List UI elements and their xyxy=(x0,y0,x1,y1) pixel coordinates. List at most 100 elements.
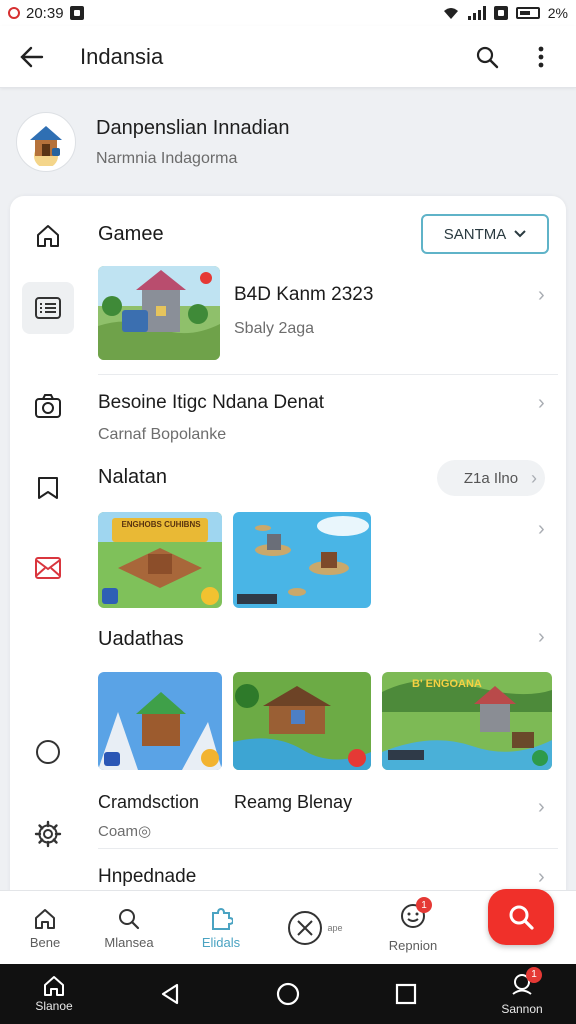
uadathas-thumb-3[interactable]: B' ENGOANA xyxy=(382,672,552,770)
info-subtitle: Carnaf Bopolanke xyxy=(98,426,227,443)
nav-label-puzzle: Elidals xyxy=(201,934,241,950)
section-title-nalatan: Nalatan xyxy=(98,466,167,488)
sys-home-button[interactable]: Slanoe xyxy=(24,964,84,1024)
nav-item-profile[interactable]: 1 Repnion xyxy=(368,891,458,965)
filter-select[interactable]: SANTMA xyxy=(421,214,549,254)
home-icon xyxy=(35,908,55,929)
recents-icon xyxy=(395,983,417,1005)
status-bar: 20:39 2% xyxy=(0,0,576,26)
notification-badge: 1 xyxy=(416,897,432,913)
nav-label-profile: Repnion xyxy=(388,938,438,953)
chevron-down-icon xyxy=(514,230,526,238)
divider xyxy=(98,848,558,849)
list-item-cramdsction[interactable]: Cramdsction Coam◎ Reamg Blenay › xyxy=(98,786,558,846)
reamg-title: Reamg Blenay xyxy=(234,792,353,812)
back-button[interactable] xyxy=(0,26,64,88)
page-title: Indansia xyxy=(80,43,164,69)
nalatan-thumb-1-caption: ENGHOBS CUHIBNS xyxy=(121,520,201,529)
game-thumbnail xyxy=(98,266,220,360)
rail-bookmark[interactable] xyxy=(22,462,74,514)
nav-item-compass[interactable]: ape xyxy=(270,891,360,965)
nalatan-pill-button[interactable]: Z1a Ilno › xyxy=(437,460,545,496)
avatar[interactable] xyxy=(16,112,76,172)
more-options-button[interactable] xyxy=(524,40,558,74)
uadathas-thumb-3-caption: B' ENGOANA xyxy=(412,678,482,690)
uadathas-thumb-2[interactable] xyxy=(233,672,371,770)
nav-compass-text: ape xyxy=(327,923,343,933)
system-nav-bar: Slanoe 1 Sannon xyxy=(0,964,576,1024)
home-icon xyxy=(37,225,59,247)
nav-label-search: Mlansea xyxy=(104,934,154,950)
rail-home[interactable] xyxy=(22,210,74,262)
hnpednade-title: Hnpednade xyxy=(98,866,197,887)
sys-notification-badge: 1 xyxy=(526,966,542,983)
list-item-game[interactable]: B4D Kanm 2323 Sbaly 2aga › xyxy=(98,266,558,366)
home-icon xyxy=(44,976,64,996)
search-icon xyxy=(476,46,499,68)
list-item-info[interactable]: Besoine Itigc Ndana Denat Carnaf Bopolan… xyxy=(98,386,558,450)
chevron-right-icon: › xyxy=(538,796,545,818)
rail-camera[interactable] xyxy=(22,380,74,432)
list-icon xyxy=(35,297,61,319)
sys-recents-button[interactable] xyxy=(386,964,426,1024)
section-title-games: Gamee xyxy=(98,223,164,245)
uadathas-thumb-1[interactable] xyxy=(98,672,222,770)
search-button[interactable] xyxy=(470,40,504,74)
search-icon xyxy=(119,908,140,929)
mail-icon xyxy=(35,557,61,579)
nav-item-home[interactable]: Bene xyxy=(0,891,90,965)
sys-account-label: Sannon xyxy=(501,1001,543,1016)
nav-label-home: Bene xyxy=(29,934,61,950)
side-rail xyxy=(10,196,86,916)
app-bar: Indansia xyxy=(0,26,576,88)
chevron-right-icon: › xyxy=(538,626,545,648)
rail-circle[interactable] xyxy=(22,726,74,778)
signal-icon xyxy=(467,6,486,20)
settings-icon xyxy=(34,820,62,848)
compass-icon xyxy=(288,911,323,945)
back-triangle-icon xyxy=(161,983,179,1005)
rail-settings[interactable] xyxy=(22,808,74,860)
chevron-right-icon: › xyxy=(538,518,545,540)
rail-list[interactable] xyxy=(22,282,74,334)
section-title-uadathas: Uadathas xyxy=(98,628,184,650)
sys-back-button[interactable] xyxy=(150,964,190,1024)
divider xyxy=(98,374,558,375)
camera-icon xyxy=(35,394,61,418)
profile-name: Danpenslian Innadian xyxy=(96,116,290,139)
nav-item-puzzle[interactable]: Elidals xyxy=(176,891,266,965)
nalatan-thumb-1[interactable]: ENGHOBS CUHIBNS xyxy=(98,512,222,608)
sys-home-label: Slanoe xyxy=(35,999,73,1013)
nalatan-thumb-2[interactable] xyxy=(233,512,371,608)
puzzle-icon xyxy=(212,907,233,930)
chevron-right-icon: › xyxy=(531,468,537,488)
info-title: Besoine Itigc Ndana Denat xyxy=(98,392,325,413)
more-vert-icon xyxy=(538,46,544,67)
content-area: Gamee SANTMA B4D Kanm 2323 Sbaly 2aga › … xyxy=(98,196,558,916)
wifi-icon xyxy=(443,8,458,19)
back-arrow-icon xyxy=(20,46,44,67)
search-fab[interactable] xyxy=(488,889,554,945)
rail-mail[interactable] xyxy=(22,542,74,594)
nalatan-pill-label: Z1a Ilno xyxy=(463,469,519,487)
cramdsction-subtitle: Coam◎ xyxy=(98,823,152,840)
profile-subtitle: Narmnia Indagorma xyxy=(96,149,238,167)
nav-item-search[interactable]: Mlansea xyxy=(84,891,174,965)
circle-icon xyxy=(36,740,60,764)
notification-icon xyxy=(8,7,20,19)
house-game-icon xyxy=(30,126,62,166)
sys-account-button[interactable]: 1 Sannon xyxy=(490,964,554,1024)
sys-home-circle-button[interactable] xyxy=(268,964,308,1024)
chevron-right-icon: › xyxy=(538,392,545,414)
main-card: Gamee SANTMA B4D Kanm 2323 Sbaly 2aga › … xyxy=(10,196,566,916)
chevron-right-icon: › xyxy=(538,284,545,306)
game-subtitle: Sbaly 2aga xyxy=(234,320,315,337)
bookmark-icon xyxy=(38,477,58,499)
cramdsction-title: Cramdsction xyxy=(98,792,200,812)
app-notification-icon xyxy=(69,6,84,20)
chevron-right-icon: › xyxy=(538,866,545,888)
battery-icon xyxy=(515,7,540,19)
profile-header: Danpenslian Innadian Narmnia Indagorma xyxy=(0,88,576,196)
filter-select-value: SANTMA xyxy=(443,225,507,243)
home-circle-icon xyxy=(276,982,300,1006)
